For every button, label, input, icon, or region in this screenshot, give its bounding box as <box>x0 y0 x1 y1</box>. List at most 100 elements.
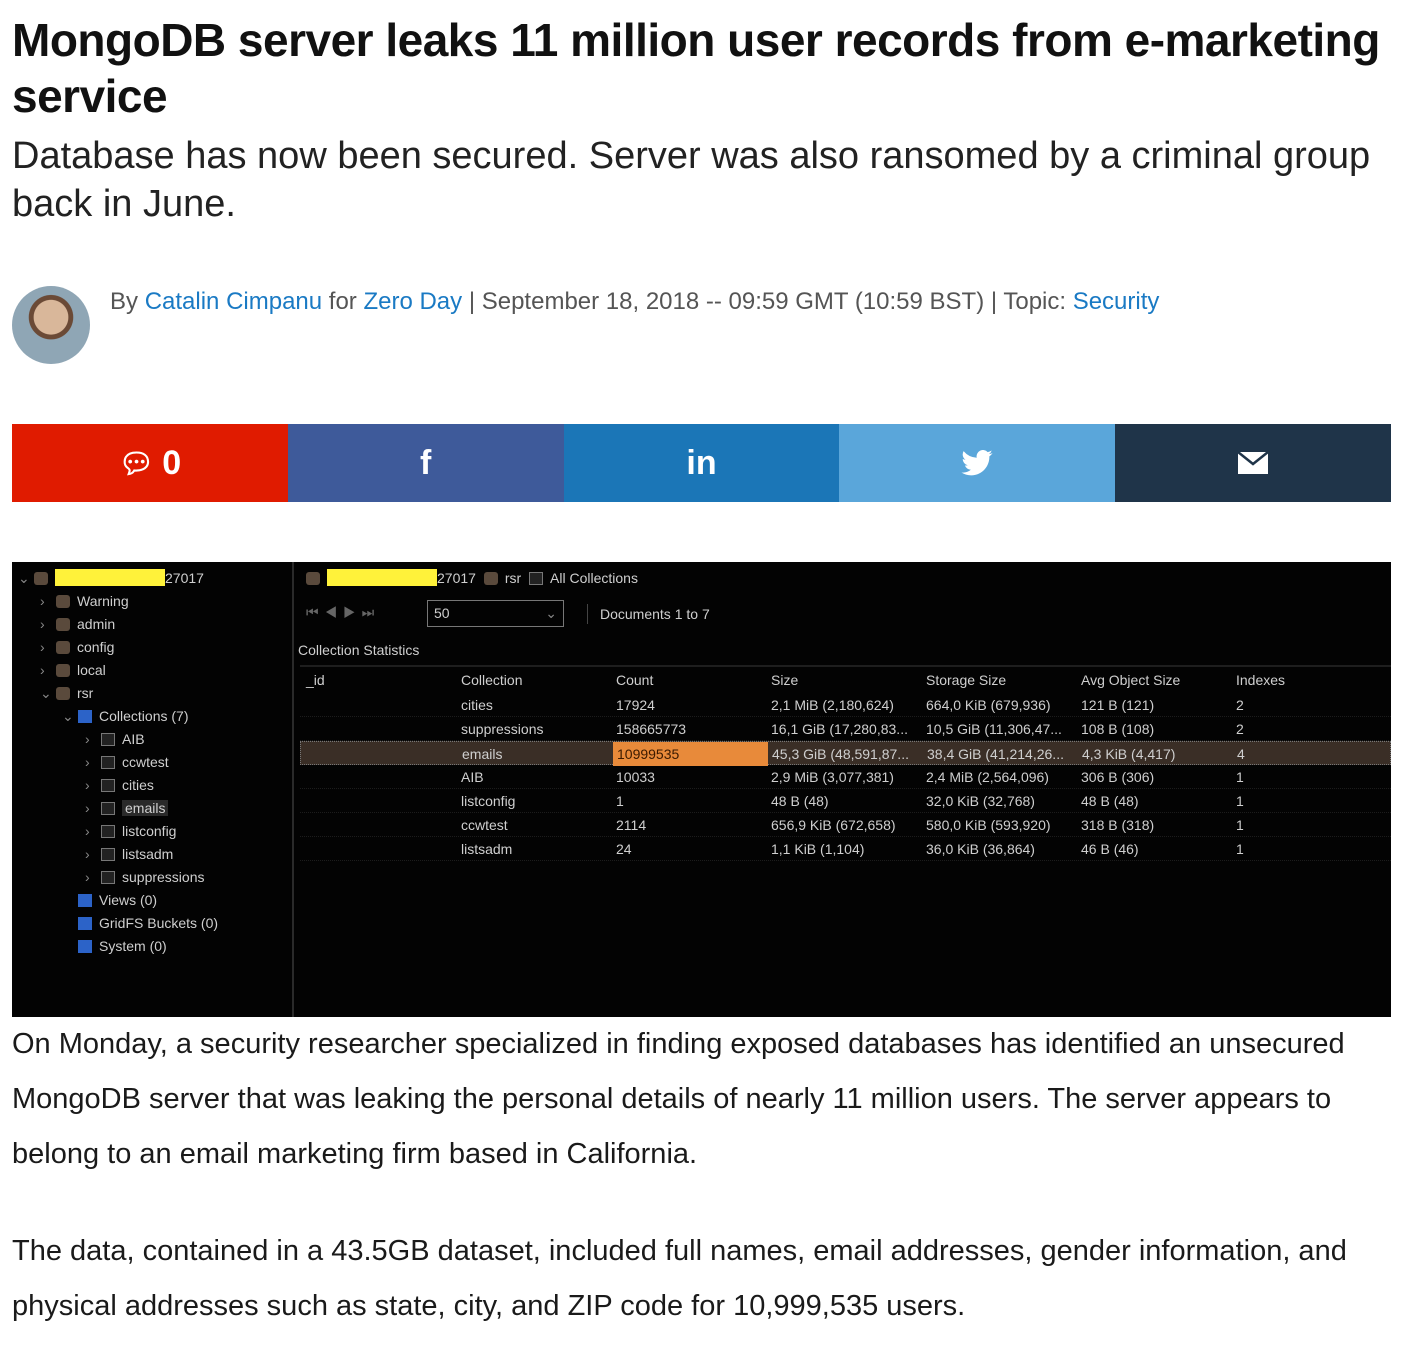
comments-button[interactable]: 💬︎ 0 <box>12 424 288 502</box>
next-page-icon[interactable]: ▶ <box>343 604 362 620</box>
chevron-icon[interactable]: › <box>85 821 101 841</box>
mongodb-client-screenshot: ⌄ 27017 › Warning › admin › config › local ⌄ rsr ⌄ C… <box>12 562 1391 1017</box>
tree-item-label: ccwtest <box>122 754 169 770</box>
chevron-icon[interactable]: › <box>85 798 101 818</box>
table-row[interactable]: cities 17924 2,1 MiB (2,180,624) 664,0 KiB … <box>300 693 1391 717</box>
author-link[interactable]: Catalin Cimpanu <box>145 288 322 315</box>
chevron-icon[interactable]: › <box>85 729 101 749</box>
blog-link[interactable]: Zero Day <box>363 288 462 315</box>
tree-item[interactable]: › emails <box>85 798 169 818</box>
tree-item[interactable]: › cities <box>85 775 154 795</box>
chevron-icon[interactable]: › <box>85 844 101 864</box>
prev-page-icon[interactable]: ◀ <box>325 604 344 620</box>
topic-link[interactable]: Security <box>1073 288 1160 315</box>
chevron-icon[interactable]: ⌄ <box>40 683 56 703</box>
collection-icon <box>101 871 115 884</box>
tree-root[interactable]: ⌄ 27017 <box>18 568 204 588</box>
table-cell: 2,1 MiB (2,180,624) <box>771 697 894 713</box>
envelope-icon <box>1238 452 1269 474</box>
email-share-button[interactable] <box>1115 424 1391 502</box>
collection-icon <box>101 756 115 769</box>
table-cell: 2 <box>1236 697 1244 713</box>
chevron-icon[interactable]: › <box>40 660 56 680</box>
breadcrumb: 27017 rsr All Collections <box>306 568 638 588</box>
chevron-icon[interactable]: › <box>85 867 101 887</box>
table-cell: 46 B (46) <box>1081 841 1139 857</box>
tree-item[interactable]: › ccwtest <box>85 752 169 772</box>
table-cell: AIB <box>461 769 484 785</box>
tree-item-label: listsadm <box>122 846 174 862</box>
twitter-icon <box>961 450 993 476</box>
tree-item[interactable]: › local <box>40 660 106 680</box>
table-cell: 10033 <box>616 769 655 785</box>
chevron-icon[interactable]: › <box>40 614 56 634</box>
facebook-share-button[interactable]: f <box>287 424 564 502</box>
tree-item[interactable]: › listconfig <box>85 821 176 841</box>
column-header: Count <box>616 672 654 688</box>
collections-panel: 27017 rsr All Collections ⏮◀▶⏭ 50 ⌄ Docum… <box>296 562 1391 1017</box>
tree-item[interactable]: › AIB <box>85 729 145 749</box>
table-cell: 121 B (121) <box>1081 697 1155 713</box>
table-row[interactable]: AIB 10033 2,9 MiB (3,077,381) 2,4 MiB (2,56… <box>300 765 1391 789</box>
comments-count: 0 <box>162 443 182 482</box>
last-page-icon[interactable]: ⏭ <box>362 604 381 620</box>
first-page-icon[interactable]: ⏮ <box>306 604 325 620</box>
table-row[interactable]: ccwtest 2114 656,9 KiB (672,658) 580,0 KiB … <box>300 813 1391 837</box>
table-cell: 108 B (108) <box>1081 721 1155 737</box>
table-cell: 1 <box>1236 817 1244 833</box>
table-cell: 4 <box>1237 746 1245 762</box>
linkedin-share-button[interactable]: in <box>563 424 840 502</box>
chevron-icon[interactable]: › <box>40 591 56 611</box>
table-row[interactable]: listsadm 24 1,1 KiB (1,104) 36,0 KiB (36,86… <box>300 837 1391 861</box>
byline-for: for <box>322 288 364 315</box>
tree-item-label: suppressions <box>122 869 205 885</box>
table-cell: 16,1 GiB (17,280,83... <box>771 721 908 737</box>
column-header: Storage Size <box>926 672 1007 688</box>
page-size-select[interactable]: 50 ⌄ <box>427 600 564 627</box>
table-cell: 48 B (48) <box>771 793 829 809</box>
table-cell: 1 <box>1236 769 1244 785</box>
tree-item[interactable]: › Warning <box>40 591 129 611</box>
tree-item[interactable]: › suppressions <box>85 867 205 887</box>
tree-item[interactable]: Views (0) <box>62 890 157 910</box>
table-cell: 24 <box>616 841 632 857</box>
tree-item[interactable]: › config <box>40 637 114 657</box>
tree-item-label: listconfig <box>122 823 177 839</box>
twitter-share-button[interactable] <box>839 424 1116 502</box>
table-cell: 306 B (306) <box>1081 769 1155 785</box>
chevron-icon[interactable]: ⌄ <box>62 706 78 726</box>
table-cell: 2 <box>1236 721 1244 737</box>
chevron-icon[interactable]: › <box>40 637 56 657</box>
redacted-host <box>55 569 165 586</box>
tree-item-label: Collections (7) <box>99 708 189 724</box>
chevron-icon[interactable]: › <box>85 775 101 795</box>
column-header: Indexes <box>1236 672 1286 688</box>
chevron-icon[interactable]: › <box>85 752 101 772</box>
table-cell: ccwtest <box>461 817 508 833</box>
table-row[interactable]: listconfig 1 48 B (48) 32,0 KiB (32,768) 48 … <box>300 789 1391 813</box>
author-avatar[interactable] <box>12 286 90 364</box>
tree-item-label: System (0) <box>99 938 167 954</box>
collection-icon <box>529 572 544 585</box>
database-icon <box>483 572 498 585</box>
tree-item[interactable]: System (0) <box>62 936 167 956</box>
table-row[interactable]: suppressions 158665773 16,1 GiB (17,280,83… <box>300 717 1391 741</box>
tree-item[interactable]: ⌄ Collections (7) <box>62 706 188 726</box>
comment-icon: 💬︎ <box>118 447 155 479</box>
tree-item-label: admin <box>77 616 116 632</box>
byline: By Catalin Cimpanu for Zero Day | Septem… <box>110 288 1159 316</box>
collection-icon <box>101 825 115 838</box>
tree-item[interactable]: GridFS Buckets (0) <box>62 913 218 933</box>
tree-item[interactable]: ⌄ rsr <box>40 683 93 703</box>
tree-item-label: GridFS Buckets (0) <box>99 915 219 931</box>
table-cell: emails <box>462 746 503 762</box>
tree-item[interactable]: › admin <box>40 614 115 634</box>
table-row[interactable]: emails 10999535 45,3 GiB (48,591,87... 38,4… <box>300 741 1391 766</box>
server-icon <box>306 572 320 585</box>
pager-controls: ⏮◀▶⏭ <box>306 602 380 622</box>
folder-icon <box>78 917 92 930</box>
tree-item-label: AIB <box>122 731 145 747</box>
byline-by: By <box>110 288 145 315</box>
article-subtitle: Database has now been secured. Server wa… <box>12 135 1371 225</box>
tree-item[interactable]: › listsadm <box>85 844 173 864</box>
